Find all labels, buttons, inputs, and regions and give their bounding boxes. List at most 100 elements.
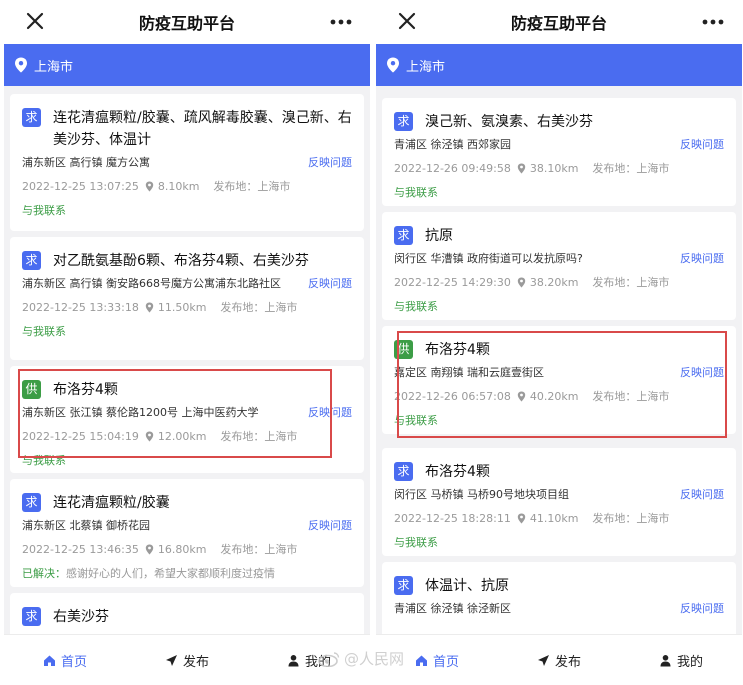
more-icon[interactable] xyxy=(326,10,356,34)
pub-prefix: 发布地： xyxy=(213,180,258,193)
post-time: 2022-12-25 18:28:11 xyxy=(394,511,511,525)
post-address: 闵行区 华漕镇 政府街道可以发抗原吗? xyxy=(394,252,583,265)
pub-place: 上海市 xyxy=(257,180,291,193)
post-distance: 12.00km xyxy=(157,429,207,443)
post-title: 抗原 xyxy=(425,228,453,244)
post-time: 2022-12-26 09:49:58 xyxy=(394,161,511,175)
post-card[interactable]: 求 布洛芬4颗 闵行区 马桥镇 马桥90号地块项目组 反映问题 2022-12-… xyxy=(382,448,736,556)
offer-tag: 供 xyxy=(394,340,413,359)
bottom-tab-bar: 首页 发布 我的 xyxy=(4,634,370,685)
post-card[interactable]: 求 溴己新、氨溴素、右美沙芬 青浦区 徐泾镇 西郊家园 反映问题 2022-12… xyxy=(382,98,736,206)
watermark-text: @人民网 xyxy=(344,650,405,668)
user-icon xyxy=(288,654,299,666)
post-meta: 2022-12-25 13:07:25 8.10km 发布地： 上海市 xyxy=(22,178,352,194)
post-address: 浦东新区 高行镇 衡安路668号魔方公寓浦东北路社区 xyxy=(22,277,281,290)
report-link[interactable]: 反映问题 xyxy=(308,276,352,291)
tab-mine[interactable]: 我的 xyxy=(659,651,703,670)
tab-home[interactable]: 首页 xyxy=(415,651,459,670)
report-link[interactable]: 反映问题 xyxy=(680,251,724,266)
post-title: 体温计、抗原 xyxy=(425,578,509,594)
need-tag: 求 xyxy=(394,226,413,245)
post-address: 浦东新区 张江镇 蔡伦路1200号 上海中医药大学 xyxy=(22,406,259,419)
contact-link[interactable]: 与我联系 xyxy=(394,412,438,428)
post-time: 2022-12-25 13:07:25 xyxy=(22,179,139,193)
close-icon[interactable] xyxy=(394,8,420,34)
post-time: 2022-12-26 06:57:08 xyxy=(394,389,511,403)
title-bar: 防疫互助平台 xyxy=(4,0,370,44)
send-icon xyxy=(165,654,177,666)
pub-place: 上海市 xyxy=(636,162,670,175)
post-list: 求 溴己新、氨溴素、右美沙芬 青浦区 徐泾镇 西郊家园 反映问题 2022-12… xyxy=(376,86,742,635)
post-card[interactable]: 求 右美沙芬 xyxy=(10,593,364,635)
tab-publish[interactable]: 发布 xyxy=(537,651,581,670)
tab-home[interactable]: 首页 xyxy=(43,651,87,670)
contact-link[interactable]: 与我联系 xyxy=(394,534,438,550)
post-title: 连花清瘟颗粒/胶囊 xyxy=(53,495,170,511)
contact-link[interactable]: 与我联系 xyxy=(22,202,66,218)
pub-prefix: 发布地： xyxy=(592,390,637,403)
post-card[interactable]: 供 布洛芬4颗 嘉定区 南翔镇 瑞和云庭壹街区 反映问题 2022-12-26 … xyxy=(382,326,736,434)
need-tag: 求 xyxy=(22,493,41,512)
pub-place: 上海市 xyxy=(636,512,670,525)
post-title: 布洛芬4颗 xyxy=(425,464,490,480)
report-link[interactable]: 反映问题 xyxy=(680,487,724,502)
contact-link[interactable]: 与我联系 xyxy=(22,452,66,468)
user-icon xyxy=(660,654,671,666)
tab-label: 发布 xyxy=(182,654,209,670)
tab-publish[interactable]: 发布 xyxy=(165,651,209,670)
need-tag: 求 xyxy=(394,462,413,481)
post-card[interactable]: 求 对乙酰氨基酚6颗、布洛芬4颗、右美沙芬 浦东新区 高行镇 衡安路668号魔方… xyxy=(10,237,364,360)
pub-place: 上海市 xyxy=(636,276,670,289)
solved-text: 感谢好心的人们，希望大家都顺利度过疫情 xyxy=(66,567,275,580)
location-bar[interactable]: 上海市 xyxy=(4,44,370,86)
post-title: 对乙酰氨基酚6颗、布洛芬4颗、右美沙芬 xyxy=(53,253,309,269)
location-bar[interactable]: 上海市 xyxy=(376,44,742,86)
location-pin-icon xyxy=(387,57,399,73)
post-card[interactable]: 求 抗原 闵行区 华漕镇 政府街道可以发抗原吗? 反映问题 2022-12-25… xyxy=(382,212,736,320)
contact-link[interactable]: 与我联系 xyxy=(22,323,66,339)
more-icon[interactable] xyxy=(698,10,728,34)
post-card[interactable]: 求 连花清瘟颗粒/胶囊、疏风解毒胶囊、溴己新、右美沙芬、体温计 浦东新区 高行镇… xyxy=(10,94,364,231)
post-address: 浦东新区 北蔡镇 御桥花园 xyxy=(22,519,150,532)
close-icon[interactable] xyxy=(22,8,48,34)
contact-link[interactable]: 与我联系 xyxy=(394,298,438,314)
location-label: 上海市 xyxy=(406,59,446,75)
distance-pin-icon xyxy=(145,544,154,554)
need-tag: 求 xyxy=(22,607,41,626)
pub-prefix: 发布地： xyxy=(592,276,637,289)
send-icon xyxy=(537,654,549,666)
report-link[interactable]: 反映问题 xyxy=(680,601,724,616)
post-address: 嘉定区 南翔镇 瑞和云庭壹街区 xyxy=(394,366,544,379)
post-card[interactable]: 求 连花清瘟颗粒/胶囊 浦东新区 北蔡镇 御桥花园 反映问题 2022-12-2… xyxy=(10,479,364,587)
tab-label: 我的 xyxy=(676,654,703,670)
post-address: 闵行区 马桥镇 马桥90号地块项目组 xyxy=(394,488,569,501)
post-distance: 8.10km xyxy=(157,179,200,193)
post-distance: 41.10km xyxy=(529,511,579,525)
post-time: 2022-12-25 15:04:19 xyxy=(22,429,139,443)
solved-label: 已解决： xyxy=(22,567,66,580)
post-card[interactable]: 供 布洛芬4颗 浦东新区 张江镇 蔡伦路1200号 上海中医药大学 反映问题 2… xyxy=(10,366,364,473)
report-link[interactable]: 反映问题 xyxy=(680,365,724,380)
need-tag: 求 xyxy=(22,251,41,270)
distance-pin-icon xyxy=(145,431,154,441)
post-card[interactable]: 求 体温计、抗原 青浦区 徐泾镇 徐泾新区 反映问题 xyxy=(382,562,736,635)
post-meta: 2022-12-26 06:57:08 40.20km 发布地： 上海市 xyxy=(394,388,724,404)
distance-pin-icon xyxy=(145,181,154,191)
post-title: 连花清瘟颗粒/胶囊、疏风解毒胶囊、溴己新、右美沙芬、体温计 xyxy=(53,110,352,148)
pub-place: 上海市 xyxy=(264,543,298,556)
distance-pin-icon xyxy=(145,302,154,312)
phone-screen-right: 防疫互助平台 上海市 求 溴己新、氨溴素、右美沙芬 青浦区 徐泾镇 西郊家园 反… xyxy=(376,0,742,685)
tab-label: 首页 xyxy=(60,654,87,670)
title-bar: 防疫互助平台 xyxy=(376,0,742,44)
offer-tag: 供 xyxy=(22,380,41,399)
pub-prefix: 发布地： xyxy=(220,301,265,314)
report-link[interactable]: 反映问题 xyxy=(680,137,724,152)
report-link[interactable]: 反映问题 xyxy=(308,405,352,420)
report-link[interactable]: 反映问题 xyxy=(308,155,352,170)
contact-link[interactable]: 与我联系 xyxy=(394,184,438,200)
pub-place: 上海市 xyxy=(636,390,670,403)
report-link[interactable]: 反映问题 xyxy=(308,518,352,533)
post-title: 布洛芬4颗 xyxy=(53,382,118,398)
distance-pin-icon xyxy=(517,277,526,287)
app-title: 防疫互助平台 xyxy=(510,14,607,33)
